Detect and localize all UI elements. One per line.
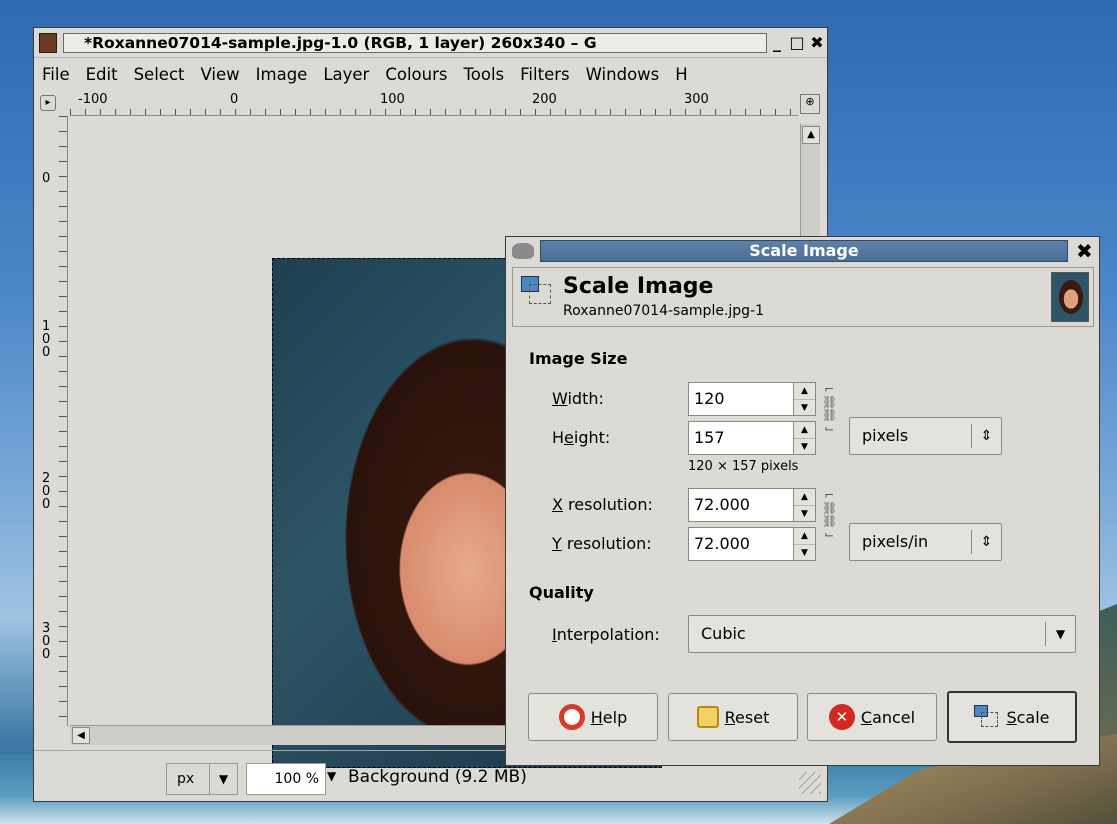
scale-image-dialog: Scale Image ✖ Scale Image Roxanne07014-s…	[505, 236, 1100, 766]
menu-edit[interactable]: Edit	[78, 65, 126, 84]
resolution-chain-icon[interactable]: ⌐ ⛓ ⛓ ⌙	[822, 489, 837, 541]
interpolation-select[interactable]: Cubic ▼	[688, 615, 1076, 653]
menu-filters[interactable]: Filters	[512, 65, 577, 84]
menu-image[interactable]: Image	[248, 65, 316, 84]
decrement-icon: ▼	[794, 438, 815, 454]
menu-layer[interactable]: Layer	[315, 65, 377, 84]
close-button[interactable]: ✖	[807, 33, 827, 52]
menu-select[interactable]: Select	[126, 65, 193, 84]
help-button[interactable]: Help	[528, 693, 658, 741]
width-label: Width:	[552, 389, 604, 408]
height-spinbutton[interactable]: 157 ▲ ▼	[688, 421, 816, 455]
size-hint: 120 × 157 pixels	[688, 459, 799, 474]
increment-icon: ▲	[801, 531, 808, 541]
menu-file[interactable]: File	[34, 65, 78, 84]
resize-grip-icon[interactable]	[799, 772, 821, 794]
menu-view[interactable]: View	[192, 65, 247, 84]
height-stepper[interactable]: ▲ ▼	[793, 422, 815, 454]
dialog-title: Scale Image	[540, 240, 1068, 262]
image-window-titlebar[interactable]: *Roxanne07014-sample.jpg-1.0 (RGB, 1 lay…	[34, 28, 827, 58]
layer-info: Background (9.2 MB)	[348, 767, 527, 787]
scale-button[interactable]: Scale	[947, 691, 1077, 743]
unit-value: px	[177, 771, 195, 787]
scroll-up-icon[interactable]: ▲	[802, 126, 820, 144]
dialog-header: Scale Image Roxanne07014-sample.jpg-1	[512, 267, 1094, 327]
ruler-label: 3 0 0	[42, 621, 51, 662]
image-thumbnail	[1051, 272, 1089, 322]
height-label: Height:	[552, 428, 611, 447]
ruler-label: 0	[230, 92, 239, 107]
ruler-label: 0	[42, 171, 51, 186]
menu-windows[interactable]: Windows	[578, 65, 668, 84]
unit-select[interactable]: px ▼	[166, 763, 238, 795]
ruler-label: -100	[78, 92, 108, 107]
x-resolution-stepper[interactable]: ▲ ▼	[793, 489, 815, 521]
interpolation-value: Cubic	[701, 624, 746, 643]
horizontal-ruler[interactable]: -100 0 100 200 300	[70, 92, 798, 116]
dialog-header-title: Scale Image	[563, 274, 714, 299]
zoom-input[interactable]: 100 %	[246, 763, 326, 795]
dialog-titlebar[interactable]: Scale Image ✖	[506, 237, 1099, 265]
decrement-icon: ▼	[794, 544, 815, 560]
decrement-icon: ▼	[794, 505, 815, 521]
y-resolution-spinbutton[interactable]: 72.000 ▲ ▼	[688, 527, 816, 561]
image-size-heading: Image Size	[529, 349, 628, 368]
y-resolution-label: Y resolution:	[552, 534, 652, 553]
zoom-dropdown-icon[interactable]: ▼	[327, 769, 336, 783]
resolution-unit-select[interactable]: pixels/in ⇕	[849, 523, 1002, 561]
resolution-unit-value: pixels/in	[862, 532, 929, 551]
x-resolution-label: X resolution:	[552, 495, 653, 514]
size-chain-icon[interactable]: ⌐ ⛓ ⛓ ⌙	[822, 383, 837, 435]
dialog-header-subtitle: Roxanne07014-sample.jpg-1	[563, 303, 765, 319]
scroll-left-icon[interactable]: ◀	[72, 727, 90, 744]
menu-colours[interactable]: Colours	[377, 65, 455, 84]
y-resolution-value[interactable]: 72.000	[694, 528, 750, 560]
menubar: File Edit Select View Image Layer Colour…	[34, 59, 827, 89]
menu-help[interactable]: H	[667, 65, 695, 84]
width-value[interactable]: 120	[694, 383, 725, 415]
gimp-wilber-icon	[512, 243, 534, 259]
scale-image-icon	[521, 276, 553, 306]
maximize-button[interactable]: □	[787, 33, 807, 52]
updown-icon[interactable]: ⇕	[971, 424, 1001, 448]
cancel-icon: ✕	[828, 704, 855, 730]
ruler-label: 200	[532, 92, 557, 107]
x-resolution-spinbutton[interactable]: 72.000 ▲ ▼	[688, 488, 816, 522]
width-spinbutton[interactable]: 120 ▲ ▼	[688, 382, 816, 416]
scale-icon	[974, 705, 1000, 729]
decrement-icon: ▼	[794, 399, 815, 415]
quick-mask-toggle-icon[interactable]: ▸	[40, 95, 56, 111]
ruler-label: 100	[380, 92, 405, 107]
height-value[interactable]: 157	[694, 422, 725, 454]
help-icon	[558, 704, 585, 730]
window-title: *Roxanne07014-sample.jpg-1.0 (RGB, 1 lay…	[63, 32, 767, 53]
interpolation-label: Interpolation:	[552, 625, 660, 644]
app-icon[interactable]	[39, 32, 57, 53]
menu-tools[interactable]: Tools	[455, 65, 512, 84]
reset-icon	[696, 706, 719, 728]
reset-button[interactable]: Reset	[668, 693, 798, 741]
dialog-close-icon[interactable]: ✖	[1076, 239, 1093, 263]
ruler-label: 2 0 0	[42, 471, 51, 512]
unit-dropdown-icon[interactable]: ▼	[209, 764, 237, 794]
dropdown-arrow-icon[interactable]: ▼	[1045, 622, 1075, 646]
y-resolution-stepper[interactable]: ▲ ▼	[793, 528, 815, 560]
cancel-button[interactable]: ✕ Cancel	[807, 693, 937, 741]
quality-heading: Quality	[529, 583, 594, 602]
ruler-label: 300	[684, 92, 709, 107]
navigate-icon[interactable]: ⊕	[800, 94, 820, 114]
increment-icon: ▲	[801, 425, 808, 435]
minimize-button[interactable]: _	[767, 33, 787, 52]
increment-icon: ▲	[801, 492, 808, 502]
ruler-label: 1 0 0	[42, 319, 51, 360]
size-unit-value: pixels	[862, 426, 909, 445]
x-resolution-value[interactable]: 72.000	[694, 489, 750, 521]
vertical-ruler[interactable]: 0 1 0 0 2 0 0 3 0 0	[34, 116, 68, 726]
updown-icon[interactable]: ⇕	[971, 530, 1001, 554]
size-unit-select[interactable]: pixels ⇕	[849, 417, 1002, 455]
increment-icon: ▲	[801, 386, 808, 396]
width-stepper[interactable]: ▲ ▼	[793, 383, 815, 415]
